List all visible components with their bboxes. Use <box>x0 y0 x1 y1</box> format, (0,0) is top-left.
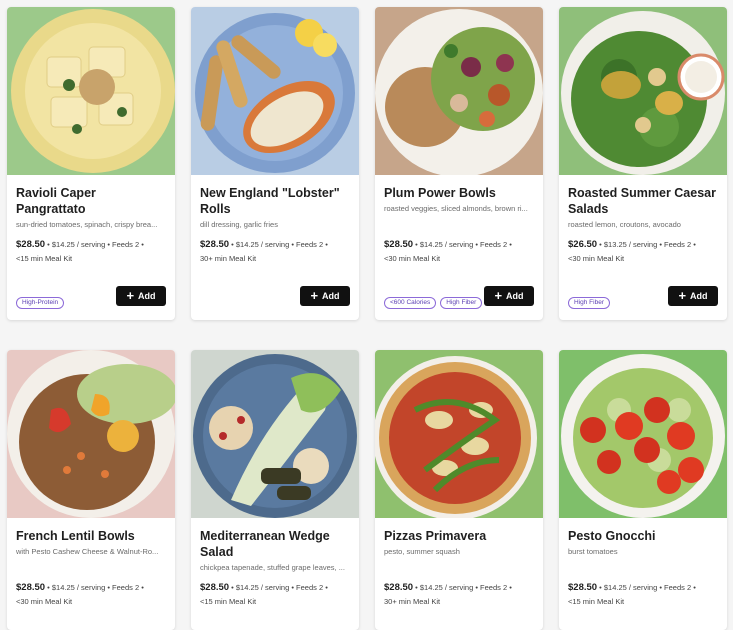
meal-meta: $28.50 • $14.25 / serving • Feeds 2 • <1… <box>568 581 720 609</box>
add-button-label: Add <box>138 291 156 301</box>
plus-icon: + <box>678 288 687 303</box>
meal-meta: $28.50 • $14.25 / serving • Feeds 2 • <1… <box>200 581 352 609</box>
meal-card[interactable]: French Lentil Bowls with Pesto Cashew Ch… <box>7 350 175 630</box>
meal-photo[interactable] <box>559 350 727 518</box>
meal-price: $28.50 <box>16 239 46 250</box>
meal-serving: • $14.25 / serving • Feeds 2 • <box>415 240 512 249</box>
meal-serving: • $14.25 / serving • Feeds 2 • <box>231 240 328 249</box>
meal-price: $26.50 <box>568 239 598 250</box>
add-button[interactable]: + Add <box>668 286 718 306</box>
meal-price: $28.50 <box>200 239 230 250</box>
meal-time: <30 min Meal Kit <box>568 254 625 263</box>
meal-time: 30+ min Meal Kit <box>200 254 257 263</box>
badge: High Fiber <box>568 297 610 309</box>
meal-card[interactable]: Pesto Gnocchi burst tomatoes $28.50 • $1… <box>559 350 727 630</box>
meal-time: <15 min Meal Kit <box>16 254 73 263</box>
meal-serving: • $14.25 / serving • Feeds 2 • <box>231 583 328 592</box>
meal-price: $28.50 <box>568 582 598 593</box>
meal-title[interactable]: Roasted Summer Caesar Salads <box>568 185 720 217</box>
meal-title[interactable]: Plum Power Bowls <box>384 185 536 201</box>
plus-icon: + <box>310 288 319 303</box>
add-button-label: Add <box>506 291 524 301</box>
meal-serving: • $14.25 / serving • Feeds 2 • <box>599 583 696 592</box>
meal-card[interactable]: Plum Power Bowls roasted veggies, sliced… <box>375 7 543 320</box>
meal-card[interactable]: New England "Lobster" Rolls dill dressin… <box>191 7 359 320</box>
meal-description: roasted lemon, croutons, avocado <box>568 220 681 229</box>
meal-description: burst tomatoes <box>568 547 618 556</box>
plus-icon: + <box>494 288 503 303</box>
badge-list: High Fiber <box>568 297 610 309</box>
meal-serving: • $14.25 / serving • Feeds 2 • <box>47 240 144 249</box>
meal-meta: $28.50 • $14.25 / serving • Feeds 2 • 30… <box>200 238 352 266</box>
meal-card[interactable]: Pizzas Primavera pesto, summer squash $2… <box>375 350 543 630</box>
meal-card[interactable]: Mediterranean Wedge Salad chickpea tapen… <box>191 350 359 630</box>
meal-price: $28.50 <box>200 582 230 593</box>
meal-meta: $28.50 • $14.25 / serving • Feeds 2 • 30… <box>384 581 536 609</box>
badge-list: <600 Calories High Fiber <box>384 297 483 309</box>
add-button[interactable]: + Add <box>484 286 534 306</box>
meal-meta: $28.50 • $14.25 / serving • Feeds 2 • <3… <box>16 581 168 609</box>
meal-photo[interactable] <box>375 7 543 175</box>
meal-meta: $28.50 • $14.25 / serving • Feeds 2 • <1… <box>16 238 168 266</box>
meal-title[interactable]: French Lentil Bowls <box>16 528 168 544</box>
meal-photo[interactable] <box>7 350 175 518</box>
meal-time: <15 min Meal Kit <box>568 597 625 606</box>
meal-serving: • $14.25 / serving • Feeds 2 • <box>415 583 512 592</box>
meal-card[interactable]: Roasted Summer Caesar Salads roasted lem… <box>559 7 727 320</box>
meal-photo[interactable] <box>7 7 175 175</box>
meal-time: <30 min Meal Kit <box>16 597 73 606</box>
meal-title[interactable]: Ravioli Caper Pangrattato <box>16 185 168 217</box>
badge: High-Protein <box>16 297 65 309</box>
meal-title[interactable]: New England "Lobster" Rolls <box>200 185 352 217</box>
meal-description: dill dressing, garlic fries <box>200 220 278 229</box>
meal-description: roasted veggies, sliced almonds, brown r… <box>384 204 528 213</box>
meal-time: <15 min Meal Kit <box>200 597 257 606</box>
meal-serving: • $13.25 / serving • Feeds 2 • <box>599 240 696 249</box>
add-button[interactable]: + Add <box>116 286 166 306</box>
add-button-label: Add <box>322 291 340 301</box>
meal-description: chickpea tapenade, stuffed grape leaves,… <box>200 563 345 572</box>
meal-photo[interactable] <box>191 350 359 518</box>
meal-description: pesto, summer squash <box>384 547 460 556</box>
meal-title[interactable]: Pizzas Primavera <box>384 528 536 544</box>
meal-price: $28.50 <box>384 582 414 593</box>
badge: High Fiber <box>440 297 483 309</box>
add-button-label: Add <box>690 291 708 301</box>
meal-meta: $26.50 • $13.25 / serving • Feeds 2 • <3… <box>568 238 720 266</box>
badge-list: High-Protein <box>16 297 65 309</box>
badge: <600 Calories <box>384 297 437 309</box>
meal-time: 30+ min Meal Kit <box>384 597 441 606</box>
meal-photo[interactable] <box>559 7 727 175</box>
meal-description: sun-dried tomatoes, spinach, crispy brea… <box>16 220 158 229</box>
meal-meta: $28.50 • $14.25 / serving • Feeds 2 • <3… <box>384 238 536 266</box>
meal-title[interactable]: Pesto Gnocchi <box>568 528 720 544</box>
meal-description: with Pesto Cashew Cheese & Walnut-Ro... <box>16 547 159 556</box>
plus-icon: + <box>126 288 135 303</box>
meal-price: $28.50 <box>384 239 414 250</box>
add-button[interactable]: + Add <box>300 286 350 306</box>
meal-time: <30 min Meal Kit <box>384 254 441 263</box>
meal-title[interactable]: Mediterranean Wedge Salad <box>200 528 352 560</box>
meal-photo[interactable] <box>375 350 543 518</box>
meal-serving: • $14.25 / serving • Feeds 2 • <box>47 583 144 592</box>
meal-photo[interactable] <box>191 7 359 175</box>
meal-card[interactable]: Ravioli Caper Pangrattato sun-dried toma… <box>7 7 175 320</box>
meal-price: $28.50 <box>16 582 46 593</box>
